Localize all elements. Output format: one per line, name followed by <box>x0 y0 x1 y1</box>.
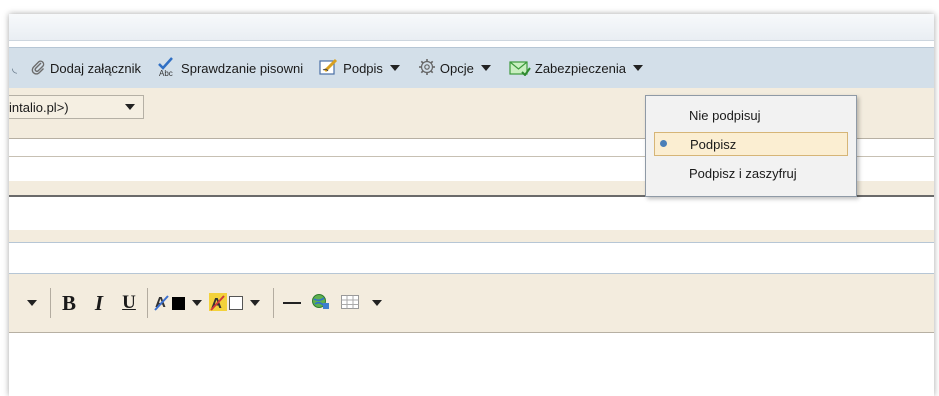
toolbar-separator <box>273 288 274 318</box>
highlight-color-swatch <box>229 296 243 310</box>
chevron-down-icon[interactable] <box>27 300 37 306</box>
horizontal-line-icon <box>283 302 301 304</box>
insert-link-button[interactable] <box>308 274 334 332</box>
from-select[interactable]: intalio.pl>) <box>9 95 144 119</box>
toolbar-separator <box>147 288 148 318</box>
message-body[interactable] <box>9 333 934 396</box>
subject-field[interactable] <box>9 243 934 274</box>
highlight-color-button[interactable]: A <box>209 274 243 332</box>
svg-text:Abc: Abc <box>159 69 173 77</box>
menu-item-label: Nie podpisuj <box>689 107 761 123</box>
text-color-swatch <box>172 296 185 310</box>
toolbar-separator <box>50 288 51 318</box>
globe-link-icon <box>311 293 331 314</box>
security-menu: Nie podpisuj Podpisz Podpisz i zaszyfruj <box>645 95 857 197</box>
format-toolbar: B I U A A <box>9 274 934 333</box>
chevron-down-icon[interactable] <box>192 300 202 306</box>
menu-item-label: Podpisz i zaszyfruj <box>689 165 797 181</box>
signature-button[interactable]: Podpis <box>315 48 404 88</box>
attach-button[interactable]: Dodaj załącznik <box>26 48 145 88</box>
attach-label: Dodaj załącznik <box>50 60 142 76</box>
spellcheck-button[interactable]: Abc Sprawdzanie pisowni <box>153 48 307 88</box>
menu-item-label: Podpisz <box>690 136 737 152</box>
truncated-icon: ◟ <box>12 60 18 75</box>
text-color-icon: A <box>154 293 170 314</box>
table-icon <box>341 294 359 312</box>
bold-button[interactable]: B <box>57 274 81 332</box>
spellcheck-icon: Abc <box>157 56 177 80</box>
chevron-down-icon[interactable] <box>632 65 643 71</box>
security-label: Zabezpieczenia <box>534 60 626 76</box>
signature-icon <box>319 58 339 79</box>
underline-button[interactable]: U <box>117 274 141 332</box>
italic-button[interactable]: I <box>87 274 111 332</box>
security-button[interactable]: Zabezpieczenia <box>505 48 647 88</box>
chevron-down-icon[interactable] <box>480 65 491 71</box>
chevron-down-icon[interactable] <box>250 300 260 306</box>
message-toolbar: ◟ Dodaj załącznik Abc Sprawdzanie pisown… <box>9 47 934 89</box>
field-separator <box>9 230 934 243</box>
window-frame: ◟ Dodaj załącznik Abc Sprawdzanie pisown… <box>9 14 934 396</box>
horizontal-line-button[interactable] <box>280 274 304 332</box>
insert-table-button[interactable] <box>338 274 362 332</box>
cc-field[interactable] <box>9 197 934 230</box>
menu-item-sign-and-encrypt[interactable]: Podpisz i zaszyfruj <box>654 162 848 184</box>
menu-item-do-not-sign[interactable]: Nie podpisuj <box>654 104 848 126</box>
chevron-down-icon <box>125 104 135 110</box>
spellcheck-label: Sprawdzanie pisowni <box>181 60 304 76</box>
from-value: intalio.pl>) <box>9 99 69 115</box>
chevron-down-icon[interactable] <box>372 300 382 306</box>
highlight-icon: A <box>209 292 227 314</box>
options-button[interactable]: Opcje <box>414 48 495 88</box>
chevron-down-icon[interactable] <box>389 65 400 71</box>
gear-icon <box>418 58 436 79</box>
title-band <box>9 14 934 41</box>
signature-label: Podpis <box>343 60 383 76</box>
secure-envelope-icon <box>509 58 531 79</box>
text-color-button[interactable]: A <box>154 274 185 332</box>
paperclip-icon <box>30 59 46 78</box>
options-label: Opcje <box>439 60 474 76</box>
radio-dot-icon <box>660 140 667 147</box>
menu-item-sign[interactable]: Podpisz <box>654 132 848 156</box>
